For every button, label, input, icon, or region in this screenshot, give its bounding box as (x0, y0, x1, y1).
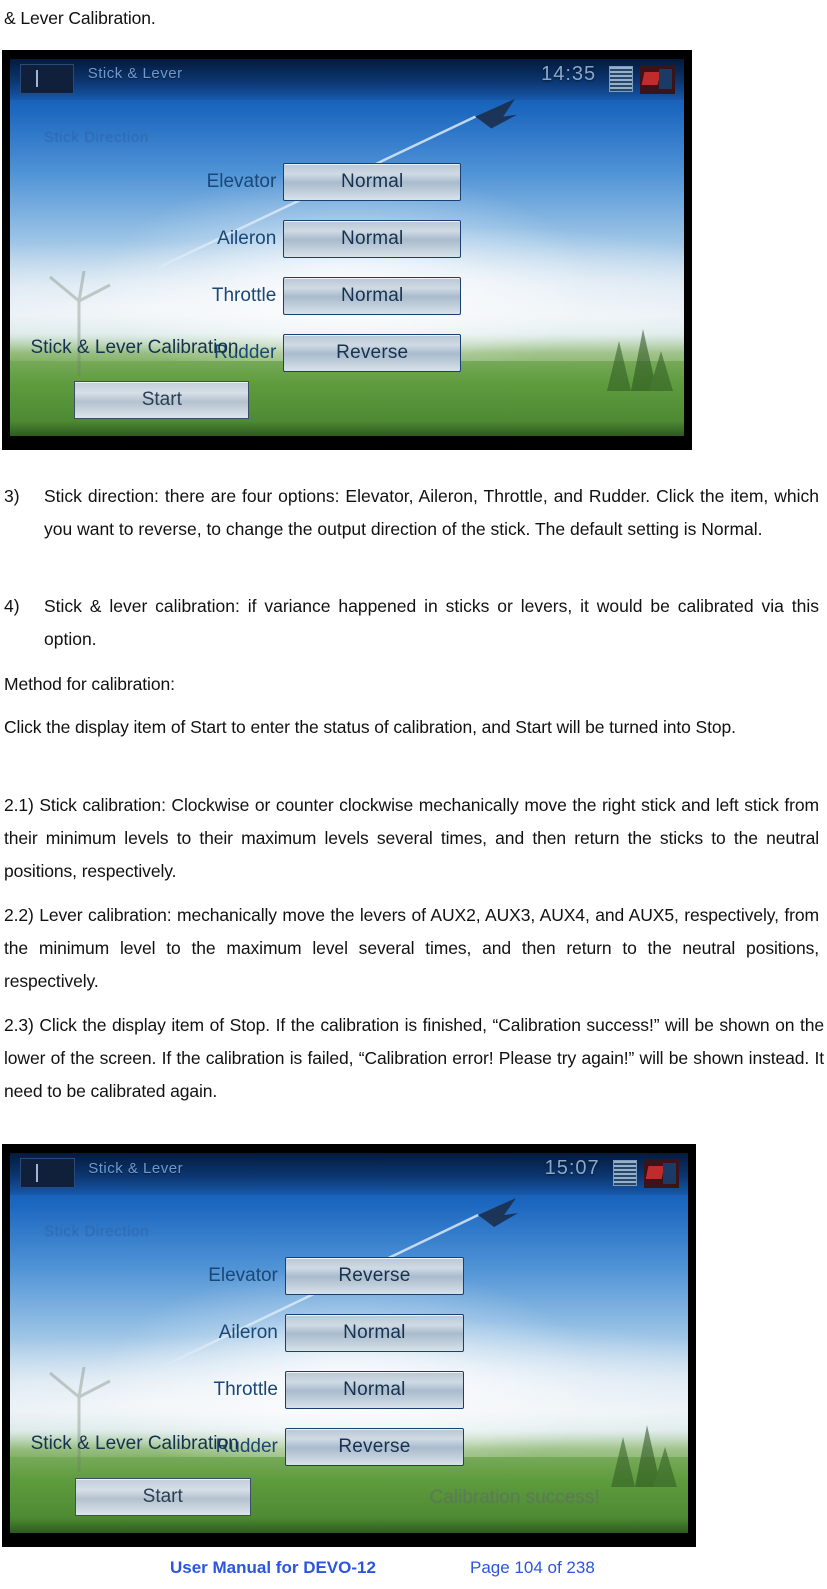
start-button-label: Start (142, 1485, 183, 1507)
row-elevator-top: Elevator Normal (10, 161, 683, 213)
start-calibration-button-top[interactable]: Start (74, 381, 250, 420)
device-screen-top: Stick & Lever 14:35 Stick Direction Elev… (10, 58, 684, 436)
battery-icon (609, 66, 634, 92)
row-value: Reverse (338, 1265, 411, 1287)
step-2-3-paragraph: 2.3) Click the display item of Stop. If … (4, 1015, 824, 1101)
battery-icon (612, 1160, 637, 1187)
row-label: Throttle (211, 284, 277, 306)
stick-direction-label-bottom: Stick Direction (44, 1223, 150, 1241)
row-value: Reverse (338, 1436, 411, 1458)
step-2-1-paragraph: 2.1) Stick calibration: Clockwise or cou… (4, 795, 819, 881)
clock-time-top: 14:35 (541, 63, 597, 86)
footer-manual-title: User Manual for DEVO-12 (170, 1558, 376, 1577)
screen-title-top: Stick & Lever (87, 65, 183, 83)
row-throttle-top: Throttle Normal (10, 275, 683, 327)
menu-back-icon[interactable] (20, 1158, 75, 1189)
rudder-direction-button[interactable]: Reverse (283, 333, 462, 372)
menu-back-icon[interactable] (20, 64, 75, 95)
row-aileron-bottom: Aileron Normal (10, 1312, 687, 1364)
device-screenshot-top: Stick & Lever 14:35 Stick Direction Elev… (2, 50, 692, 450)
stick-lever-calibration-label-bottom: Stick & Lever Calibration (30, 1433, 239, 1454)
device-status-bar-top: Stick & Lever 14:35 (10, 58, 684, 101)
rf-signal-icon (639, 64, 675, 94)
footer-page-number: Page 104 of 238 (470, 1558, 595, 1577)
aileron-direction-button[interactable]: Normal (283, 219, 462, 258)
row-throttle-bottom: Throttle Normal (10, 1369, 687, 1421)
row-value: Normal (341, 170, 404, 192)
stick-lever-calibration-label-top: Stick & Lever Calibration (30, 336, 239, 358)
start-calibration-button-bottom[interactable]: Start (74, 1477, 251, 1516)
aileron-direction-button[interactable]: Normal (284, 1314, 465, 1353)
elevator-direction-button[interactable]: Reverse (284, 1257, 465, 1296)
device-screen-bottom: Stick & Lever 15:07 Stick Direction Elev… (10, 1152, 688, 1533)
row-label: Elevator (206, 170, 277, 192)
list-item-4-number: 4) (4, 596, 20, 616)
screen-title-bottom: Stick & Lever (88, 1159, 184, 1177)
elevator-direction-button[interactable]: Normal (283, 162, 462, 201)
method-heading: Method for calibration: (4, 674, 175, 694)
method-intro-paragraph: Click the display item of Start to enter… (4, 717, 736, 737)
clock-time-bottom: 15:07 (544, 1157, 600, 1180)
row-label: Elevator (208, 1265, 278, 1287)
device-screenshot-bottom: Stick & Lever 15:07 Stick Direction Elev… (2, 1144, 696, 1547)
row-value: Normal (341, 284, 404, 306)
device-status-bar-bottom: Stick & Lever 15:07 (10, 1152, 688, 1195)
row-value: Normal (341, 227, 404, 249)
rudder-direction-button[interactable]: Reverse (284, 1428, 465, 1467)
row-value: Normal (343, 1322, 406, 1344)
list-item-3-text: Stick direction: there are four options:… (44, 486, 819, 539)
page-heading-fragment: & Lever Calibration. (4, 8, 156, 28)
row-elevator-bottom: Elevator Reverse (10, 1255, 687, 1307)
row-label: Throttle (213, 1379, 278, 1401)
list-item-3: 3) Stick direction: there are four optio… (4, 480, 819, 546)
list-item-3-number: 3) (4, 486, 20, 506)
document-page: & Lever Calibration. Stick & Lever 14:35… (0, 0, 827, 1589)
rf-signal-icon (643, 1158, 679, 1188)
stick-direction-label-top: Stick Direction (43, 128, 149, 146)
calibration-result-message-bottom: Calibration success! (429, 1487, 600, 1509)
row-label: Aileron (217, 227, 277, 249)
row-value: Normal (343, 1379, 406, 1401)
list-item-4-text: Stick & lever calibration: if variance h… (44, 596, 819, 649)
step-2-2-paragraph: 2.2) Lever calibration: mechanically mov… (4, 905, 819, 991)
throttle-direction-button[interactable]: Normal (284, 1371, 465, 1410)
start-button-label: Start (141, 389, 182, 411)
row-label: Aileron (218, 1322, 278, 1344)
throttle-direction-button[interactable]: Normal (283, 276, 462, 315)
list-item-4: 4) Stick & lever calibration: if varianc… (4, 590, 819, 656)
row-value: Reverse (336, 341, 409, 363)
row-aileron-top: Aileron Normal (10, 218, 683, 270)
